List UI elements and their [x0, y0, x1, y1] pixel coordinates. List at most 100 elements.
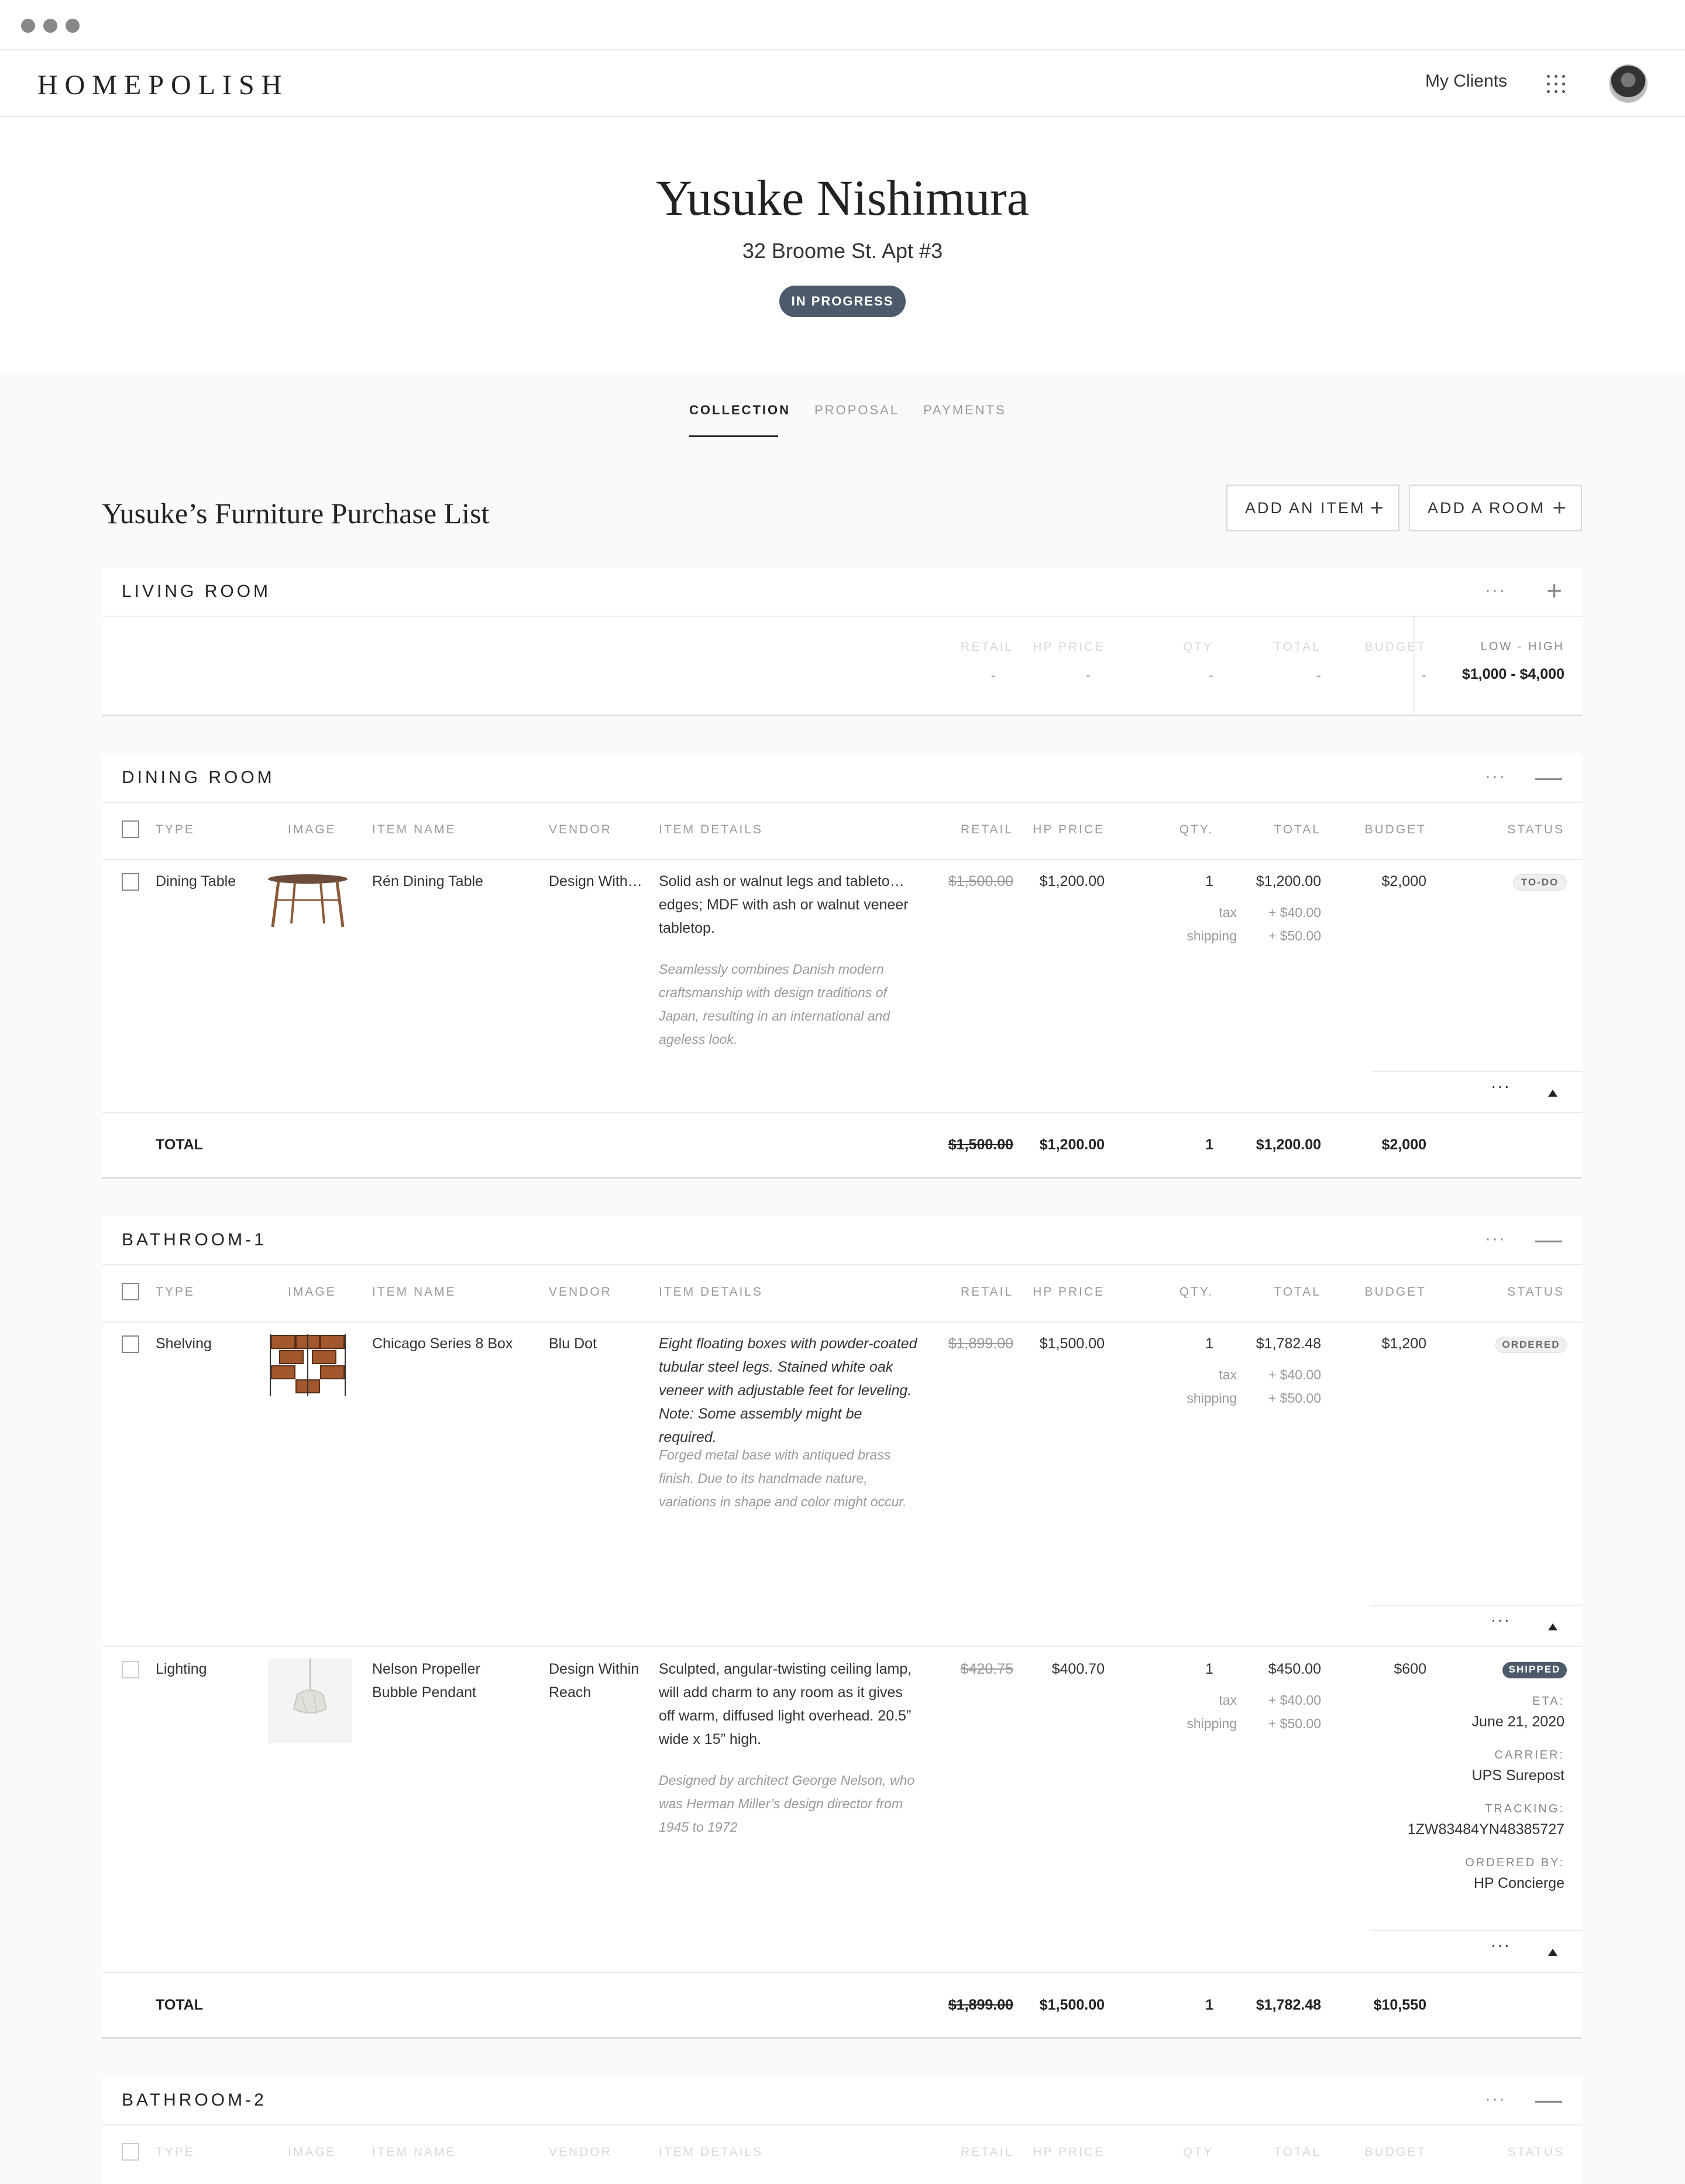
item-checkbox[interactable]	[122, 1335, 139, 1353]
item-qty[interactable]: 1	[1167, 1335, 1213, 1352]
item-more-icon[interactable]: ···	[1491, 1610, 1511, 1629]
item-note: Seamlessly combines Danish modern crafts…	[659, 961, 890, 1047]
carrier-label: CARRIER:	[1494, 1749, 1564, 1761]
brand-logo[interactable]: HOMEPOLISH	[37, 69, 288, 101]
divider	[102, 1321, 1582, 1323]
item-budget: $1,200	[1381, 1335, 1426, 1352]
item-name[interactable]: Rén Dining Table	[372, 873, 483, 890]
total-qty: 1	[1205, 1136, 1213, 1153]
add-item-label: ADD AN ITEM	[1245, 499, 1366, 517]
item-image-pendant-lamp[interactable]	[268, 1658, 352, 1743]
item-qty[interactable]: 1	[1167, 1661, 1213, 1678]
col-type: TYPE	[156, 1285, 195, 1299]
col-image: IMAGE	[288, 1285, 336, 1299]
item-name[interactable]: Chicago Series 8 Box	[372, 1335, 513, 1352]
item-image-shelving[interactable]	[268, 1333, 348, 1397]
window-maximize-dot[interactable]	[66, 19, 80, 33]
item-hp-price: $1,500.00	[1039, 1335, 1105, 1352]
select-all-checkbox[interactable]	[122, 2143, 139, 2161]
col-retail: RETAIL	[961, 823, 1013, 836]
window-close-dot[interactable]	[21, 19, 35, 33]
col-budget: BUDGET	[1364, 1285, 1426, 1299]
shipping-label: shipping	[1187, 1716, 1237, 1731]
status-badge: ORDERED	[1495, 1337, 1567, 1353]
add-to-room-icon[interactable]: +	[1546, 575, 1562, 606]
item-type: Lighting	[156, 1661, 207, 1677]
item-more-icon[interactable]: ···	[1491, 1936, 1511, 1955]
add-item-button[interactable]: ADD AN ITEM +	[1226, 485, 1399, 531]
tracking-label: TRACKING:	[1485, 1802, 1564, 1815]
plus-icon: +	[1370, 495, 1385, 521]
item-image-dining-table[interactable]	[266, 871, 350, 929]
project-status-badge: IN PROGRESS	[779, 286, 906, 317]
total-label: TOTAL	[156, 1136, 204, 1153]
item-qty[interactable]: 1	[1167, 873, 1213, 890]
qty-empty: -	[1208, 667, 1213, 684]
room-name: LIVING ROOM	[122, 582, 271, 601]
total-budget: $2,000	[1381, 1136, 1426, 1153]
col-type: TYPE	[156, 823, 195, 836]
more-options-icon[interactable]: ···	[1485, 767, 1506, 787]
collapse-room-icon[interactable]: —	[1535, 2083, 1562, 2115]
more-options-icon[interactable]: ···	[1485, 581, 1506, 600]
select-all-checkbox[interactable]	[122, 1283, 139, 1300]
tab-collection[interactable]: COLLECTION	[689, 403, 790, 418]
col-qty: QTY.	[1179, 823, 1213, 836]
item-hp-price: $400.70	[1051, 1661, 1105, 1677]
item-details: Sculpted, angular-twisting ceiling lamp,…	[659, 1661, 912, 1747]
total-amount: $1,782.48	[1256, 1997, 1321, 2013]
total-retail: $1,899.00	[948, 1997, 1013, 2013]
top-nav: HOMEPOLISH My Clients	[0, 50, 1685, 117]
total-retail: $1,500.00	[948, 1136, 1013, 1153]
col-status: STATUS	[1507, 823, 1564, 836]
room-dining-room: DINING ROOM ··· — TYPE IMAGE ITEM NAME V…	[102, 754, 1582, 1179]
browser-chrome	[0, 0, 1685, 50]
collapse-item-icon[interactable]	[1548, 1949, 1557, 1956]
item-more-icon[interactable]: ···	[1491, 1077, 1511, 1096]
apps-grid-icon[interactable]	[1545, 73, 1568, 96]
add-room-button[interactable]: ADD A ROOM +	[1409, 485, 1582, 531]
more-options-icon[interactable]: ···	[1485, 1229, 1506, 1249]
item-checkbox[interactable]	[122, 873, 139, 891]
collapse-room-icon[interactable]: —	[1535, 761, 1562, 792]
list-title: Yusuke’s Furniture Purchase List	[102, 497, 490, 530]
col-item-details: ITEM DETAILS	[659, 2145, 763, 2159]
item-retail: $1,899.00	[948, 1335, 1013, 1352]
user-avatar[interactable]	[1609, 64, 1648, 103]
select-all-checkbox[interactable]	[122, 820, 139, 838]
divider	[1371, 1071, 1582, 1072]
collapse-room-icon[interactable]: —	[1535, 1223, 1562, 1255]
room-header: BATHROOM-1 ··· —	[102, 1216, 1582, 1265]
item-name[interactable]: Nelson Propeller Bubble Pendant	[372, 1657, 524, 1704]
item-type: Shelving	[156, 1335, 212, 1352]
item-type: Dining Table	[156, 873, 236, 890]
retail-empty: -	[991, 667, 996, 684]
more-options-icon[interactable]: ···	[1485, 2089, 1506, 2109]
item-vendor: Design Within Reach	[549, 1661, 639, 1701]
total-hp-price: $1,200.00	[1039, 1136, 1105, 1153]
item-checkbox[interactable]	[122, 1661, 139, 1678]
tax-value: + $40.00	[1268, 1367, 1321, 1382]
total-empty: -	[1316, 667, 1321, 684]
budget-range-label: LOW - HIGH	[1480, 640, 1564, 653]
collapse-item-icon[interactable]	[1548, 1623, 1557, 1630]
col-qty: QTY	[1182, 2145, 1213, 2159]
window-minimize-dot[interactable]	[43, 19, 57, 33]
column-divider	[1414, 617, 1415, 716]
tax-label: tax	[1219, 905, 1237, 920]
total-amount: $1,200.00	[1256, 1136, 1321, 1153]
col-hp-price: HP PRICE	[1033, 823, 1105, 836]
client-name: Yusuke Nishimura	[656, 170, 1029, 226]
col-image: IMAGE	[288, 823, 336, 836]
my-clients-link[interactable]: My Clients	[1425, 71, 1507, 91]
tab-payments[interactable]: PAYMENTS	[923, 403, 1006, 418]
hp-price-empty: -	[1085, 667, 1091, 684]
tax-label: tax	[1219, 1367, 1237, 1382]
tracking-number[interactable]: 1ZW83484YN48385727	[1360, 1821, 1564, 1838]
item-budget: $600	[1394, 1661, 1426, 1677]
collapse-item-icon[interactable]	[1548, 1090, 1557, 1097]
item-details: Eight floating boxes with powder-coated …	[659, 1335, 917, 1445]
col-qty: QTY.	[1179, 1285, 1213, 1299]
ordered-by-value: HP Concierge	[1473, 1875, 1564, 1891]
tab-proposal[interactable]: PROPOSAL	[814, 403, 899, 418]
